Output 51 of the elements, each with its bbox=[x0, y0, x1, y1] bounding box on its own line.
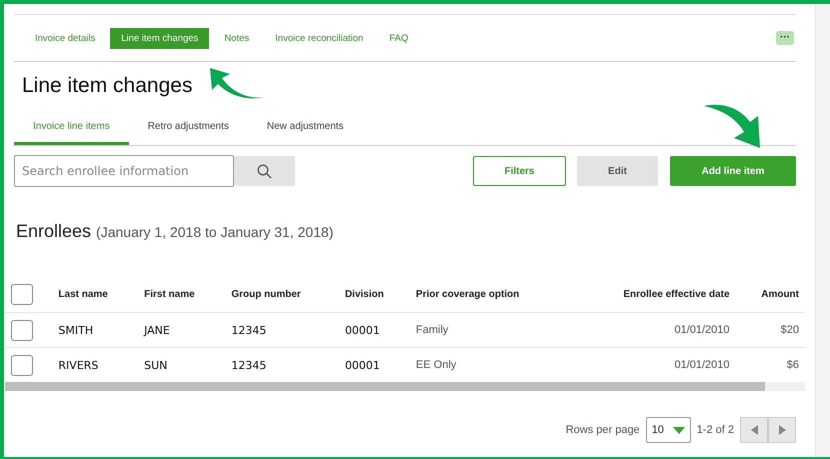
search-icon bbox=[257, 164, 272, 178]
table-cell: RIVERS bbox=[58, 358, 98, 372]
add-line-item-button[interactable]: Add line item bbox=[670, 156, 796, 186]
column-header: Prior coverage option bbox=[416, 288, 520, 300]
filters-button[interactable]: Filters bbox=[473, 156, 566, 186]
edit-button[interactable]: Edit bbox=[577, 156, 658, 186]
caret-icon bbox=[672, 426, 685, 434]
date-range: (January 1, 2018 to January 31, 2018) bbox=[96, 224, 334, 240]
column-header: Group number bbox=[231, 288, 301, 300]
table-cell: 00001 bbox=[344, 358, 380, 372]
page-title: Line item changes bbox=[22, 74, 192, 98]
select-all-checkbox[interactable] bbox=[11, 284, 33, 304]
rows-per-page-label: Rows per page bbox=[566, 424, 640, 436]
table-cell: SUN bbox=[144, 358, 168, 372]
table-cell: 01/01/2010 bbox=[674, 359, 730, 371]
table-cell: $20 bbox=[780, 324, 799, 336]
nav-tab[interactable]: Notes bbox=[213, 28, 260, 48]
nav-tab[interactable]: Invoice details bbox=[24, 28, 106, 48]
table-cell: JANE bbox=[144, 324, 170, 336]
search-field[interactable]: Search enrollee information bbox=[14, 155, 234, 187]
nav-tab[interactable]: Invoice reconciliation bbox=[264, 28, 374, 48]
nav-tab[interactable]: Line item changes bbox=[110, 28, 210, 48]
table-cell: 00001 bbox=[344, 324, 380, 336]
page-range: 1-2 of 2 bbox=[696, 424, 734, 436]
column-header: Amount bbox=[761, 288, 799, 300]
search-button[interactable] bbox=[234, 156, 295, 186]
more-button[interactable]: ··· bbox=[776, 31, 794, 45]
horizontal-scrollbar[interactable] bbox=[5, 382, 805, 391]
column-header: Division bbox=[344, 288, 384, 300]
table-cell: EE Only bbox=[416, 359, 456, 371]
table-cell: 12345 bbox=[231, 324, 266, 336]
section-title: Enrollees bbox=[16, 221, 92, 242]
column-header: First name bbox=[144, 288, 195, 300]
sub-tab[interactable]: New adjustments bbox=[248, 112, 363, 145]
column-header: Enrollee effective date bbox=[623, 288, 730, 300]
table-cell: 12345 bbox=[231, 358, 266, 372]
nav-tab[interactable]: FAQ bbox=[378, 28, 420, 48]
sub-tab[interactable]: Invoice line items bbox=[14, 112, 129, 145]
column-header: Last name bbox=[58, 288, 108, 300]
next-page-button[interactable] bbox=[768, 417, 796, 443]
sub-tab[interactable]: Retro adjustments bbox=[128, 112, 248, 145]
previous-page-button[interactable] bbox=[740, 417, 768, 443]
table-cell: $6 bbox=[786, 359, 799, 371]
right-triangle-icon bbox=[778, 425, 786, 435]
table-cell: SMITH bbox=[58, 324, 94, 336]
row-checkbox[interactable] bbox=[11, 320, 33, 340]
rows-per-page-select[interactable]: 10 bbox=[646, 417, 691, 443]
left-triangle-icon bbox=[750, 425, 758, 435]
table-cell: 01/01/2010 bbox=[674, 324, 730, 336]
row-checkbox[interactable] bbox=[11, 354, 33, 376]
table-cell: Family bbox=[416, 324, 448, 336]
